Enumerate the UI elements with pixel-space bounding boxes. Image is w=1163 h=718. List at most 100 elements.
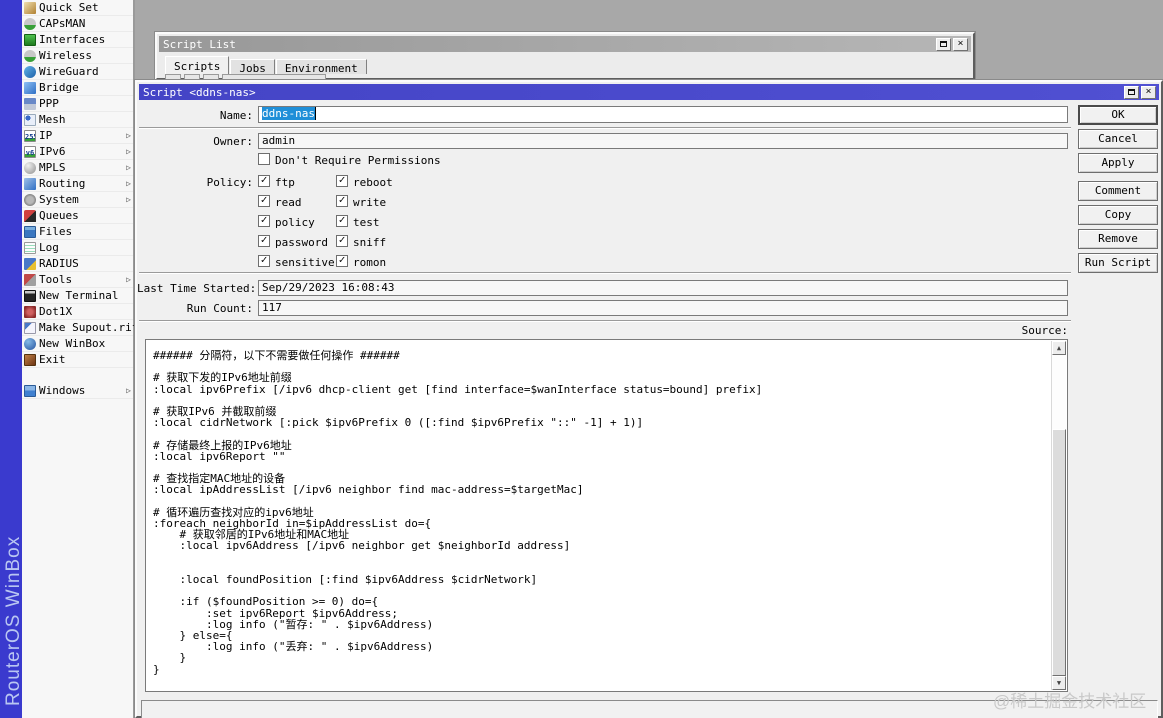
sidebar-item-bridge[interactable]: Bridge <box>22 80 133 96</box>
owner-label: Owner: <box>213 135 253 148</box>
gear-icon <box>24 193 36 206</box>
sidebar-item-queues[interactable]: Queues <box>22 208 133 224</box>
source-scrollbar[interactable]: ▲ ▼ <box>1051 341 1066 690</box>
sidebar-item-exit[interactable]: Exit <box>22 352 133 368</box>
policy-policy-label: policy <box>275 216 315 229</box>
script-list-titlebar[interactable]: Script List × <box>159 36 971 52</box>
dont-require-permissions-label: Don't Require Permissions <box>275 154 441 167</box>
cancel-button[interactable]: Cancel <box>1078 129 1158 149</box>
policy-ftp-checkbox[interactable] <box>258 175 270 187</box>
dialog-titlebar[interactable]: Script <ddns-nas> × <box>139 84 1159 100</box>
policy-password-checkbox[interactable] <box>258 235 270 247</box>
magic-wand-icon <box>24 1 36 14</box>
sidebar: Quick Set CAPsMAN Interfaces Wireless Wi… <box>22 0 138 718</box>
folder-icon <box>24 225 36 238</box>
sidebar-item-make-supout[interactable]: Make Supout.rif <box>22 320 138 336</box>
sidebar-item-capsman[interactable]: CAPsMAN <box>22 16 133 32</box>
script-list-tabs: Scripts Jobs Environment <box>165 55 368 75</box>
submenu-arrow-icon: ▷ <box>126 163 131 172</box>
policy-romon-checkbox[interactable] <box>336 255 348 267</box>
submenu-arrow-icon: ▷ <box>126 179 131 188</box>
sidebar-item-dot1x[interactable]: Dot1X <box>22 304 133 320</box>
tab-scripts[interactable]: Scripts <box>165 56 230 74</box>
antenna-icon <box>24 49 36 62</box>
sidebar-item-routing[interactable]: Routing ▷ <box>22 176 133 192</box>
comment-button[interactable]: Comment <box>1078 181 1158 201</box>
ipv6-icon: v6 <box>24 145 36 158</box>
name-input[interactable]: ddns-nas <box>258 106 1068 123</box>
scrollbar-thumb[interactable] <box>1052 429 1066 676</box>
policy-read-checkbox[interactable] <box>258 195 270 207</box>
policy-test-checkbox[interactable] <box>336 215 348 227</box>
sidebar-item-mpls[interactable]: MPLS ▷ <box>22 160 133 176</box>
tab-environment[interactable]: Environment <box>275 59 367 75</box>
globe-icon <box>24 161 36 174</box>
sidebar-item-ip[interactable]: 255IP▷ <box>22 128 133 144</box>
separator <box>139 320 1071 322</box>
run-count-label: Run Count: <box>186 302 253 315</box>
wireguard-icon <box>24 65 36 78</box>
document-icon <box>24 321 36 334</box>
submenu-arrow-icon: ▷ <box>126 386 131 395</box>
sidebar-item-ppp[interactable]: PPP <box>22 96 133 112</box>
policy-sensitive-checkbox[interactable] <box>258 255 270 267</box>
policy-reboot-label: reboot <box>353 176 393 189</box>
sidebar-item-tools[interactable]: Tools ▷ <box>22 272 133 288</box>
log-list-icon <box>24 241 36 254</box>
maximize-icon[interactable] <box>1124 85 1139 99</box>
name-label: Name: <box>219 109 253 122</box>
copy-button[interactable]: Copy <box>1078 205 1158 225</box>
source-label: Source: <box>1021 324 1068 337</box>
separator <box>139 272 1071 274</box>
sidebar-item-system[interactable]: System ▷ <box>22 192 133 208</box>
source-editor[interactable]: ###### 分隔符，以下不需要做任何操作 ###### # 获取下发的IPv6… <box>145 339 1068 692</box>
sidebar-item-radius[interactable]: RADIUS <box>22 256 133 272</box>
sidebar-item-ipv6[interactable]: v6 IPv6 ▷ <box>22 144 133 160</box>
remove-button[interactable]: Remove <box>1078 229 1158 249</box>
policy-write-label: write <box>353 196 387 209</box>
policy-reboot-checkbox[interactable] <box>336 175 348 187</box>
source-code[interactable]: ###### 分隔符，以下不需要做任何操作 ###### # 获取下发的IPv6… <box>148 342 1049 689</box>
separator <box>139 127 1071 129</box>
policy-write-checkbox[interactable] <box>336 195 348 207</box>
sidebar-item-new-winbox[interactable]: New WinBox <box>22 336 133 352</box>
last-time-started-field[interactable]: Sep/29/2023 16:08:43 <box>258 280 1068 296</box>
window-icon <box>24 384 36 397</box>
routing-arrows-icon <box>24 177 36 190</box>
sidebar-item-interfaces[interactable]: Interfaces <box>22 32 133 48</box>
tab-jobs[interactable]: Jobs <box>230 59 275 75</box>
sidebar-item-new-terminal[interactable]: New Terminal <box>22 288 133 304</box>
sidebar-item-wireguard[interactable]: WireGuard <box>22 64 133 80</box>
scroll-up-icon[interactable]: ▲ <box>1052 341 1066 355</box>
sidebar-item-mesh[interactable]: Mesh <box>22 112 133 128</box>
ppp-cable-icon <box>24 97 36 110</box>
run-script-button[interactable]: Run Script <box>1078 253 1158 273</box>
script-list-title: Script List <box>163 37 236 51</box>
dont-require-permissions-checkbox[interactable] <box>258 153 270 165</box>
owner-field[interactable]: admin <box>258 133 1068 149</box>
sidebar-item-windows[interactable]: Windows ▷ <box>22 383 133 399</box>
antenna-icon <box>24 17 36 30</box>
ok-button[interactable]: OK <box>1078 105 1158 125</box>
policy-read-label: read <box>275 196 302 209</box>
mesh-nodes-icon <box>24 113 36 126</box>
sidebar-item-wireless[interactable]: Wireless <box>22 48 133 64</box>
brand-strip: RouterOS WinBox <box>0 0 24 718</box>
sidebar-item-files[interactable]: Files <box>22 224 133 240</box>
apply-button[interactable]: Apply <box>1078 153 1158 173</box>
bridge-arrows-icon <box>24 81 36 94</box>
close-icon[interactable]: × <box>1141 85 1156 99</box>
close-icon[interactable]: × <box>953 37 968 51</box>
dot1x-icon <box>24 305 36 318</box>
policy-sniff-checkbox[interactable] <box>336 235 348 247</box>
maximize-icon[interactable] <box>936 37 951 51</box>
submenu-arrow-icon: ▷ <box>126 275 131 284</box>
policy-policy-checkbox[interactable] <box>258 215 270 227</box>
policy-ftp-label: ftp <box>275 176 295 189</box>
run-count-field[interactable]: 117 <box>258 300 1068 316</box>
sidebar-item-quick-set[interactable]: Quick Set <box>22 0 133 16</box>
submenu-arrow-icon: ▷ <box>126 131 131 140</box>
last-time-started-label: Last Time Started: <box>137 282 257 295</box>
sidebar-item-log[interactable]: Log <box>22 240 133 256</box>
policy-sniff-label: sniff <box>353 236 387 249</box>
